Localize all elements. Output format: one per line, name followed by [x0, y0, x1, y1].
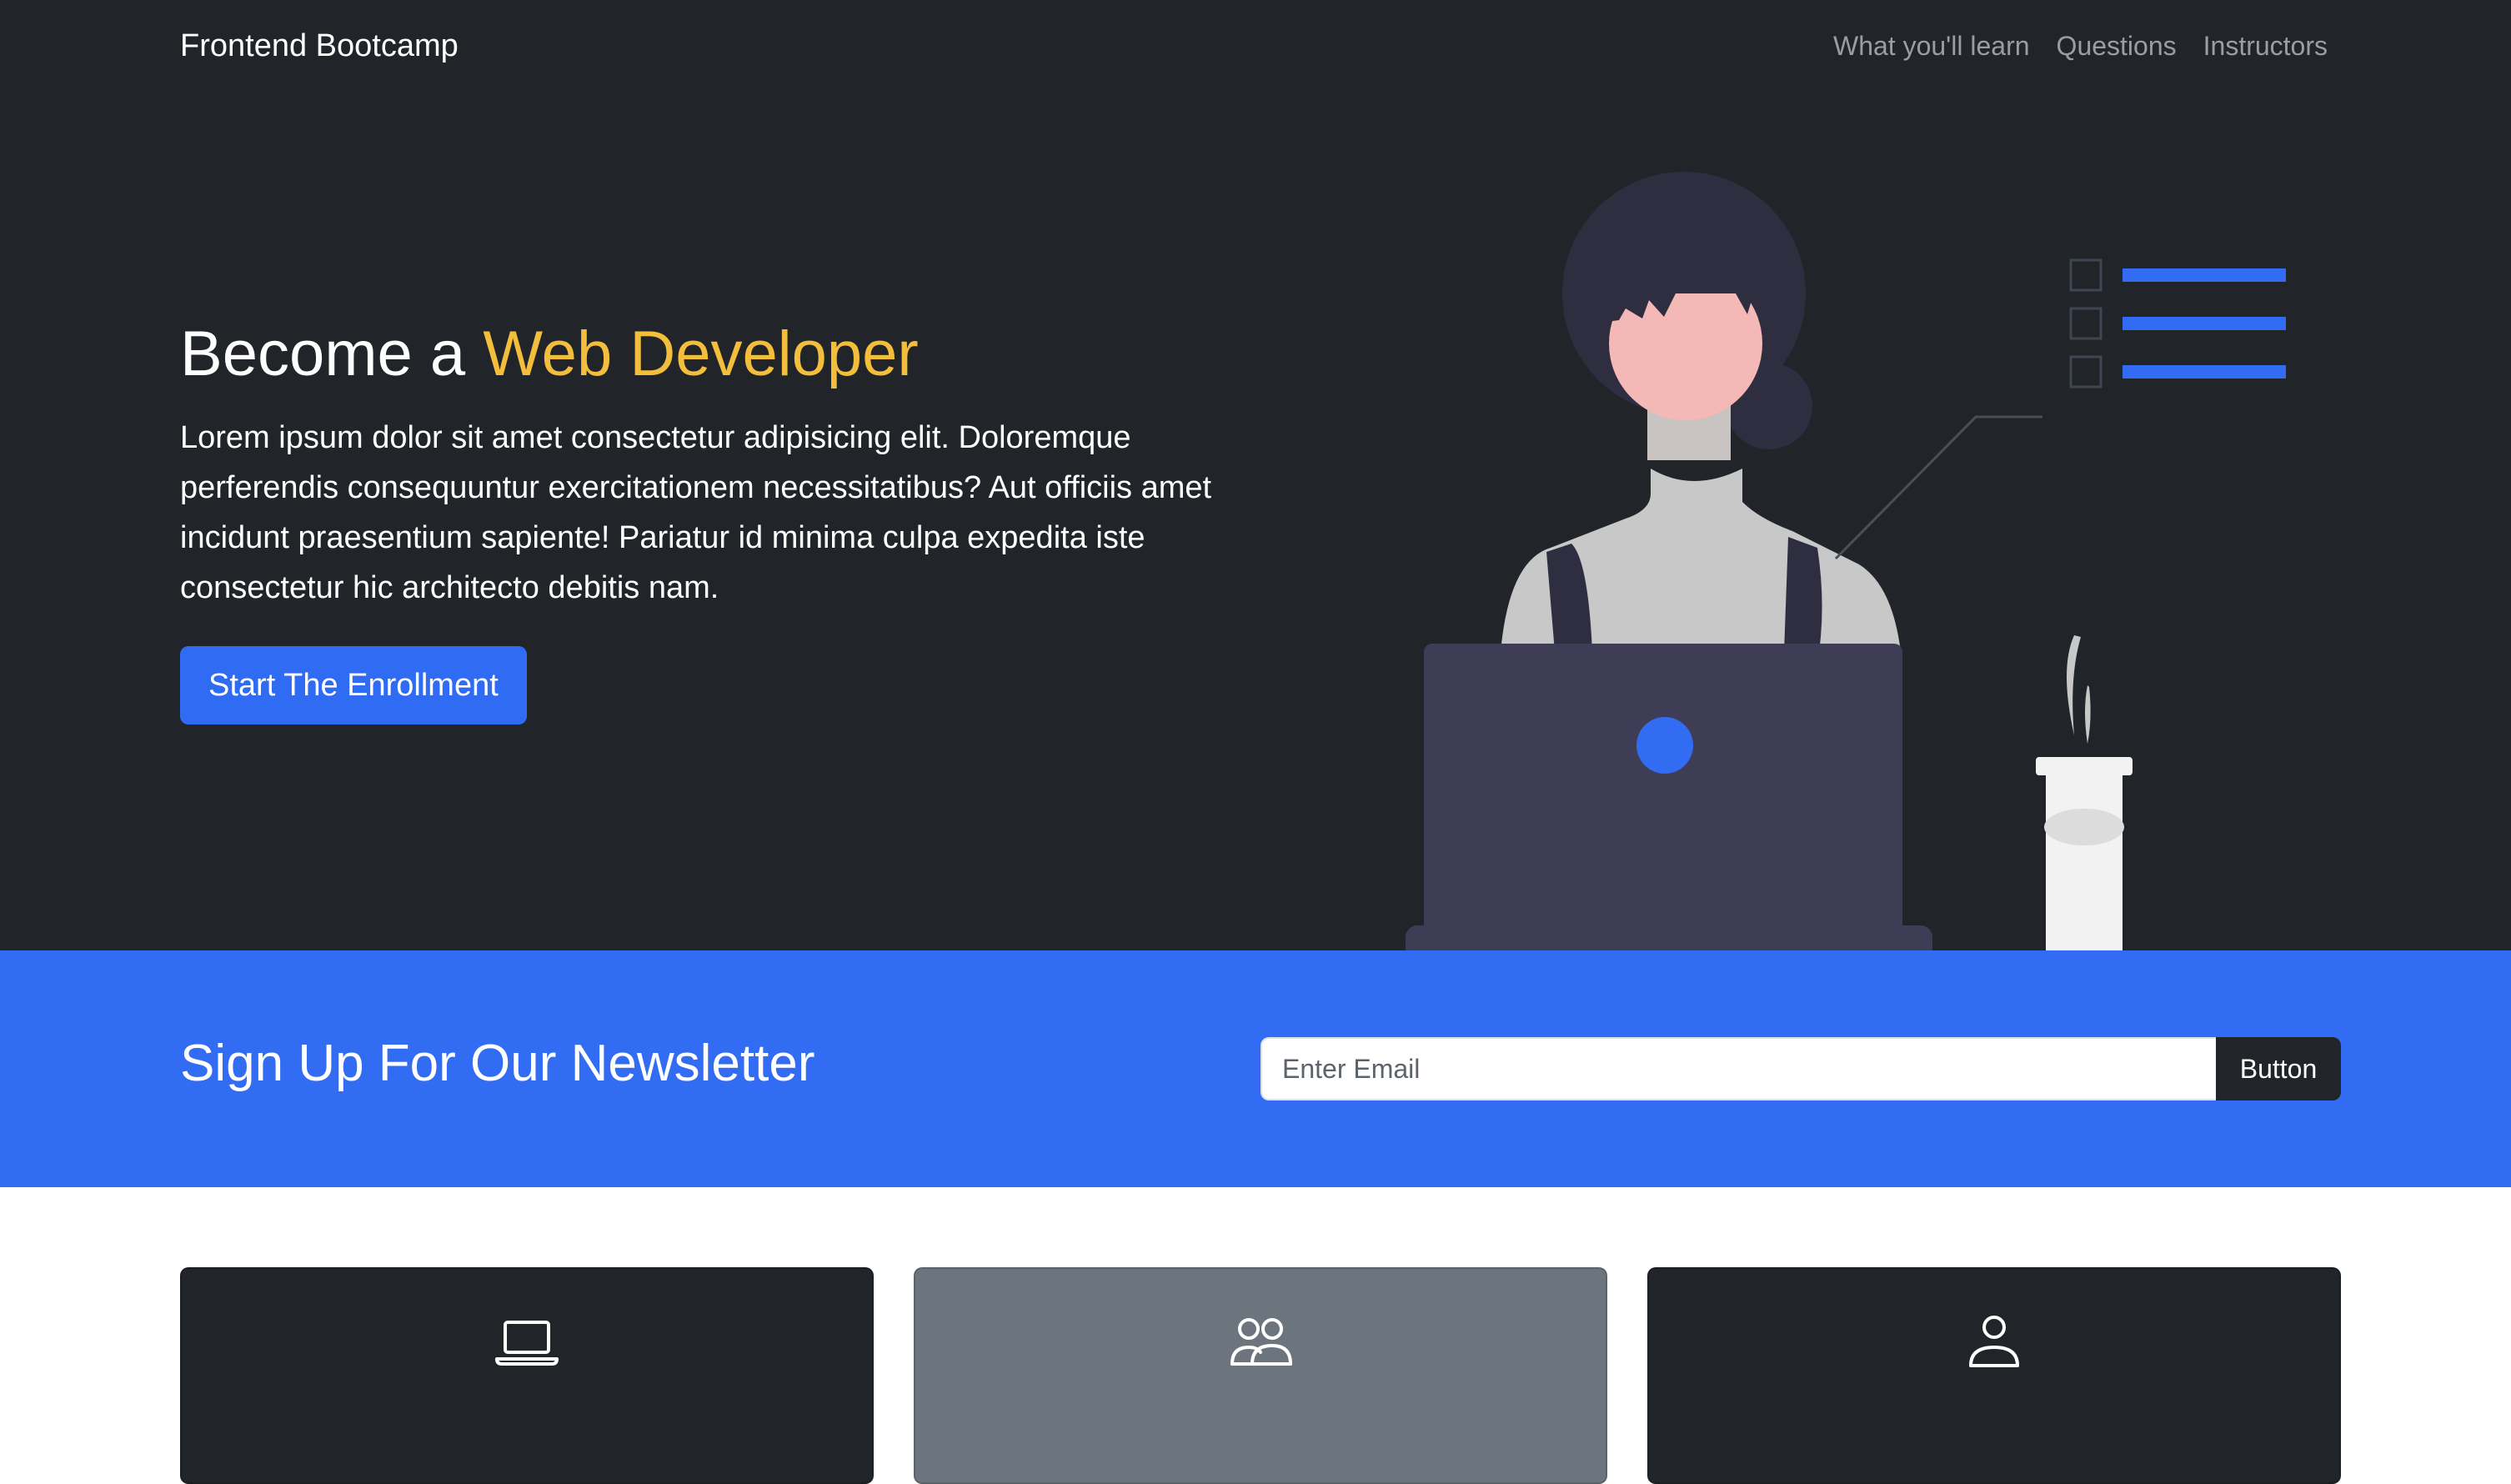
checklist-line-3 [2123, 365, 2286, 379]
newsletter-form: Button [1261, 1037, 2341, 1100]
hero-section: Become a Web Developer Lorem ipsum dolor… [0, 92, 2511, 964]
nav-link-what-youll-learn[interactable]: What you'll learn [1833, 23, 2030, 68]
checkbox-3 [2069, 355, 2103, 389]
checklist-line-1 [2123, 268, 2286, 282]
newsletter-section: Sign Up For Our Newsletter Button [0, 950, 2511, 1187]
nav-links: What you'll learn Questions Instructors [1833, 23, 2328, 68]
hero-title-highlight: Web Developer [483, 318, 919, 389]
laptop-icon [495, 1321, 559, 1366]
navbar: Frontend Bootcamp What you'll learn Ques… [0, 0, 2511, 92]
steam-shape [2067, 635, 2081, 735]
right-strap [1784, 537, 1822, 652]
laptop-logo [1636, 717, 1693, 774]
card-people [914, 1267, 1607, 1484]
newsletter-title: Sign Up For Our Newsletter [180, 1035, 815, 1092]
newsletter-submit-button[interactable]: Button [2216, 1037, 2341, 1100]
navbar-brand[interactable]: Frontend Bootcamp [180, 23, 459, 68]
card-person [1647, 1267, 2341, 1484]
checkbox-2 [2069, 307, 2103, 340]
people-icon [1230, 1318, 1292, 1366]
card-laptop [180, 1267, 874, 1484]
laptop-screen [1424, 644, 1902, 952]
checklist-line-2 [2123, 317, 2286, 330]
person-icon [1969, 1316, 2019, 1367]
hero-text: Become a Web Developer Lorem ipsum dolor… [180, 313, 1264, 724]
pointer-line [1834, 415, 2042, 560]
boxes-section [180, 1267, 2341, 1484]
hero-title: Become a Web Developer [180, 313, 1264, 396]
nav-link-questions[interactable]: Questions [2057, 23, 2177, 68]
checkbox-1 [2069, 258, 2103, 292]
steam-shape-2 [2085, 685, 2091, 744]
cup-body [2046, 775, 2123, 960]
cup-sleeve [2044, 809, 2124, 845]
hero-description: Lorem ipsum dolor sit amet consectetur a… [180, 420, 1212, 605]
start-enrollment-button[interactable]: Start The Enrollment [180, 646, 527, 724]
cup-lid [2036, 757, 2133, 775]
nav-link-instructors[interactable]: Instructors [2203, 23, 2328, 68]
email-input[interactable] [1261, 1037, 2216, 1100]
hero-title-prefix: Become a [180, 318, 484, 389]
woman-at-laptop-illustration [1259, 172, 2341, 964]
